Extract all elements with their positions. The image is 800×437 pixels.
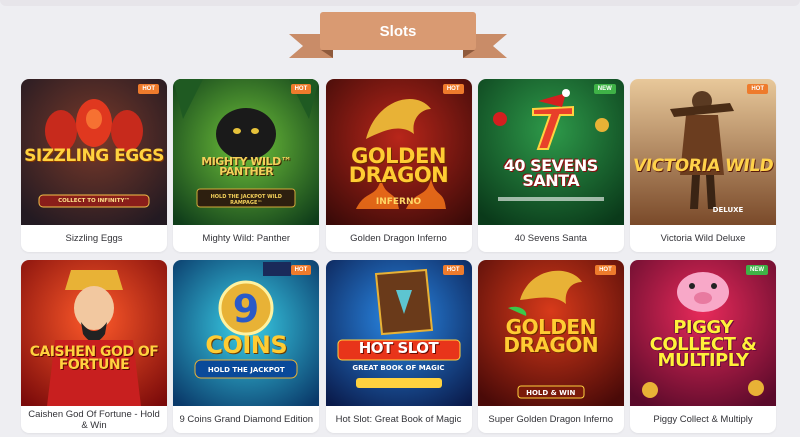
art-title: GOLDEN DRAGON: [503, 315, 599, 358]
art-subtitle: COLLECT TO INFINITY™: [58, 198, 130, 204]
game-title[interactable]: Super Golden Dragon Inferno: [482, 406, 620, 433]
new-badge: NEW: [746, 265, 768, 275]
section-title: Slots: [320, 12, 476, 50]
hot-slot-art: [325, 260, 472, 406]
game-thumbnail[interactable]: CAISHEN GOD OF FORTUNE: [21, 260, 167, 406]
svg-text:9: 9: [233, 287, 259, 331]
game-card-golden-dragon-inferno[interactable]: GOLDEN DRAGON INFERNO HOT Golden Dragon …: [325, 79, 472, 252]
art-title: COINS: [205, 331, 288, 359]
game-card-hot-slot[interactable]: HOT SLOT GREAT BOOK OF MAGIC HOT Hot Slo…: [325, 260, 472, 433]
game-title[interactable]: Piggy Collect & Multiply: [634, 406, 772, 433]
hot-badge: HOT: [290, 265, 312, 275]
art-subtitle: INFERNO: [375, 197, 422, 207]
game-card-9-coins[interactable]: 9 COINS HOLD THE JACKPOT HOT 9 Coins Gra…: [173, 260, 320, 433]
art-title: SIZZLING EGGS: [24, 146, 164, 166]
art-title: PIGGY COLLECT & MULTIPLY: [649, 317, 757, 372]
caishen-art: [21, 260, 167, 406]
art-title: 40 SEVENS SANTA: [503, 156, 599, 190]
game-card-40-sevens-santa[interactable]: 40 SEVENS SANTA NEW 40 Sevens Santa: [477, 79, 624, 252]
hot-badge: HOT: [138, 84, 159, 94]
game-title[interactable]: Sizzling Eggs: [25, 225, 163, 252]
art-title: GOLDEN DRAGON: [348, 144, 449, 188]
game-thumbnail[interactable]: HOT SLOT GREAT BOOK OF MAGIC: [325, 260, 472, 406]
art-subtitle: HOLD THE JACKPOT WILD RAMPAGE™: [210, 194, 282, 206]
game-card-super-golden-dragon-inferno[interactable]: GOLDEN DRAGON HOLD & WIN HOT Super Golde…: [477, 260, 624, 433]
art-subtitle: HOLD & WIN: [526, 389, 576, 397]
art-title: CAISHEN GOD OF FORTUNE: [29, 344, 159, 373]
game-thumbnail[interactable]: PIGGY COLLECT & MULTIPLY: [630, 260, 776, 406]
game-thumbnail[interactable]: SIZZLING EGGS COLLECT TO INFINITY™: [21, 79, 167, 225]
game-title[interactable]: 9 Coins Grand Diamond Edition: [177, 406, 315, 433]
art-subtitle: HOLD THE JACKPOT: [207, 366, 285, 374]
games-grid: SIZZLING EGGS COLLECT TO INFINITY™ HOT S…: [21, 79, 776, 433]
game-card-mighty-wild-panther[interactable]: MIGHTY WILD™ PANTHER HOLD THE JACKPOT WI…: [173, 79, 320, 252]
game-title[interactable]: Caishen God Of Fortune - Hold & Win: [25, 406, 163, 433]
game-title[interactable]: Victoria Wild Deluxe: [634, 225, 772, 252]
sevens-santa-art: [477, 79, 624, 225]
hot-badge: HOT: [747, 84, 768, 94]
art-subtitle: DELUXE: [712, 206, 744, 214]
art-subtitle: GREAT BOOK OF MAGIC: [352, 364, 445, 372]
game-card-sizzling-eggs[interactable]: SIZZLING EGGS COLLECT TO INFINITY™ HOT S…: [21, 79, 167, 252]
game-thumbnail[interactable]: 40 SEVENS SANTA: [477, 79, 624, 225]
art-title: HOT SLOT: [358, 339, 439, 357]
game-card-piggy-collect-multiply[interactable]: PIGGY COLLECT & MULTIPLY NEW Piggy Colle…: [630, 260, 776, 433]
new-badge: NEW: [593, 84, 616, 94]
game-card-caishen-god-of-fortune[interactable]: CAISHEN GOD OF FORTUNE Caishen God Of Fo…: [21, 260, 167, 433]
top-header-bar: [0, 0, 800, 6]
game-title[interactable]: 40 Sevens Santa: [482, 225, 620, 252]
hot-badge: HOT: [442, 84, 464, 94]
art-title: VICTORIA WILD: [631, 156, 775, 176]
game-thumbnail[interactable]: GOLDEN DRAGON HOLD & WIN: [477, 260, 624, 406]
hot-badge: HOT: [595, 265, 616, 275]
hot-badge: HOT: [290, 84, 312, 94]
game-title[interactable]: Mighty Wild: Panther: [177, 225, 315, 252]
game-title[interactable]: Golden Dragon Inferno: [330, 225, 468, 252]
game-thumbnail[interactable]: VICTORIA WILD DELUXE: [630, 79, 776, 225]
hot-badge: HOT: [442, 265, 464, 275]
art-title: MIGHTY WILD™ PANTHER: [201, 155, 292, 179]
section-ribbon: Slots: [289, 12, 507, 58]
game-title[interactable]: Hot Slot: Great Book of Magic: [330, 406, 468, 433]
game-thumbnail[interactable]: GOLDEN DRAGON INFERNO: [325, 79, 472, 225]
game-card-victoria-wild-deluxe[interactable]: VICTORIA WILD DELUXE HOT Victoria Wild D…: [630, 79, 776, 252]
game-thumbnail[interactable]: 9 COINS HOLD THE JACKPOT: [173, 260, 320, 406]
game-thumbnail[interactable]: MIGHTY WILD™ PANTHER HOLD THE JACKPOT WI…: [173, 79, 320, 225]
